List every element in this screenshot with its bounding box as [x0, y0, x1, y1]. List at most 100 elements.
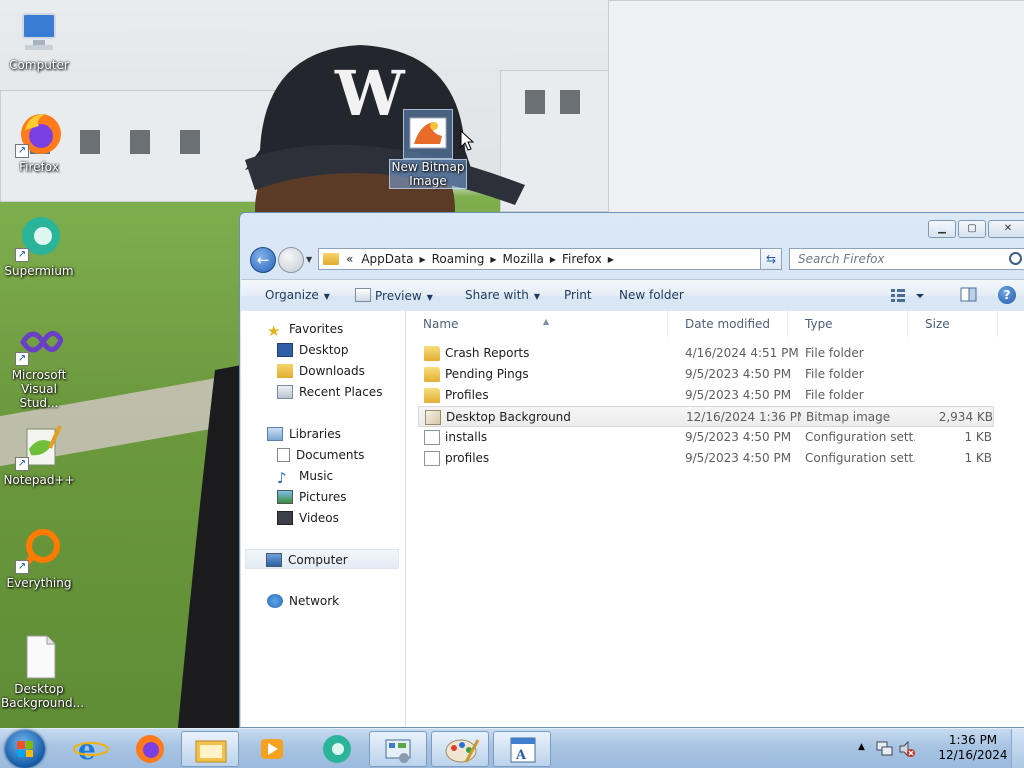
column-header-date[interactable]: Date modified: [668, 311, 788, 337]
supermium-icon: [323, 735, 351, 763]
table-row[interactable]: installs 9/5/2023 4:50 PM Configuration …: [418, 427, 994, 448]
network-tray-icon[interactable]: [876, 740, 894, 758]
file-name: Profiles: [445, 388, 489, 402]
network-icon: [267, 594, 283, 608]
desktop-icon-computer[interactable]: Computer: [1, 8, 77, 72]
minimize-button[interactable]: ▁: [928, 220, 956, 238]
taskbar-supermium[interactable]: [307, 731, 365, 767]
file-type: Configuration sett...: [805, 430, 915, 444]
column-header-name[interactable]: Name ▲: [406, 311, 668, 337]
search-input[interactable]: Search Firefox: [789, 248, 1024, 270]
breadcrumb-chevron-icon[interactable]: ▶: [417, 255, 427, 264]
notepadpp-icon: ↗: [15, 423, 63, 471]
new-folder-button[interactable]: New folder: [619, 288, 684, 302]
forward-button[interactable]: [278, 247, 304, 273]
taskbar-media-player[interactable]: [243, 731, 301, 767]
file-name: Pending Pings: [445, 367, 529, 381]
clock[interactable]: 1:36 PM 12/16/2024: [938, 733, 1008, 763]
navigation-pane[interactable]: ★ Favorites Desktop Downloads Recent Plac…: [241, 311, 406, 727]
nav-computer[interactable]: Computer: [245, 549, 399, 569]
column-header-type[interactable]: Type: [788, 311, 908, 337]
shortcut-arrow-icon: ↗: [15, 352, 29, 366]
address-bar[interactable]: « AppData ▶ Roaming ▶ Mozilla ▶ Firefox …: [318, 248, 780, 270]
computer-icon: [15, 8, 63, 56]
start-button[interactable]: [5, 730, 45, 768]
nav-downloads[interactable]: Downloads: [277, 361, 365, 381]
desktop-icon-notepadpp[interactable]: ↗ Notepad++: [1, 423, 77, 487]
back-button[interactable]: ←: [250, 247, 276, 273]
computer-icon: [266, 553, 282, 567]
preview-pane-button[interactable]: [960, 286, 978, 307]
desktop-icon-everything[interactable]: ↗ Everything: [1, 526, 77, 590]
recent-pages-dropdown[interactable]: ▼: [306, 255, 312, 264]
desktop-icon-label: Everything: [6, 576, 72, 590]
table-row[interactable]: Pending Pings 9/5/2023 4:50 PM File fold…: [418, 364, 994, 385]
breadcrumb-chevron-icon[interactable]: ▶: [488, 255, 498, 264]
table-row[interactable]: profiles 9/5/2023 4:50 PM Configuration …: [418, 448, 994, 469]
taskbar-firefox[interactable]: [121, 731, 179, 767]
tray-expand-button[interactable]: ▲: [858, 742, 865, 752]
breadcrumb-chevron-icon[interactable]: ▶: [606, 255, 616, 264]
table-row[interactable]: Crash Reports 4/16/2024 4:51 PM File fol…: [418, 343, 994, 364]
file-date: 12/16/2024 1:36 PM: [686, 410, 801, 424]
address-row: ← ▼ « AppData ▶ Roaming ▶ Mozilla ▶ Fire…: [248, 245, 1024, 275]
file-size: 1 KB: [964, 430, 992, 444]
breadcrumb-firefox[interactable]: Firefox: [558, 252, 606, 266]
search-icon: [1009, 252, 1022, 265]
nav-libraries[interactable]: Libraries: [267, 424, 341, 444]
breadcrumb-mozilla[interactable]: Mozilla: [499, 252, 548, 266]
breadcrumb-roaming[interactable]: Roaming: [428, 252, 489, 266]
table-row[interactable]: Desktop Background 12/16/2024 1:36 PM Bi…: [418, 406, 994, 427]
volume-muted-icon[interactable]: [898, 740, 916, 758]
desktop-icon-supermium[interactable]: ↗ Supermium: [1, 214, 77, 278]
mouse-cursor-icon: [460, 130, 474, 151]
chevron-down-icon: ▼: [533, 292, 541, 301]
nav-network[interactable]: Network: [267, 591, 339, 611]
nav-documents[interactable]: Documents: [277, 445, 364, 465]
search-placeholder: Search Firefox: [798, 252, 885, 266]
show-desktop-button[interactable]: [1011, 729, 1024, 768]
breadcrumb-appdata[interactable]: AppData: [357, 252, 417, 266]
breadcrumb-overflow[interactable]: «: [342, 252, 357, 266]
print-button[interactable]: Print: [564, 288, 592, 302]
desktop-icon-desktop-background[interactable]: Desktop Background...: [1, 632, 84, 710]
organize-button[interactable]: Organize ▼: [265, 288, 330, 302]
bitmap-image-icon: [403, 109, 453, 159]
share-with-button[interactable]: Share with ▼: [465, 288, 540, 302]
column-header-size[interactable]: Size: [908, 311, 998, 337]
explorer-window[interactable]: ▁ ▢ ✕ ← ▼ « AppData ▶ Roaming ▶ Mozilla …: [239, 212, 1024, 728]
taskbar-wordpad[interactable]: A: [493, 731, 551, 767]
nav-music[interactable]: ♪ Music: [277, 466, 333, 486]
shortcut-arrow-icon: ↗: [15, 144, 29, 158]
taskbar-internet-explorer[interactable]: e: [62, 731, 120, 767]
taskbar-paint[interactable]: [431, 731, 489, 767]
file-date: 9/5/2023 4:50 PM: [685, 451, 792, 465]
breadcrumb-chevron-icon[interactable]: ▶: [548, 255, 558, 264]
nav-pictures[interactable]: Pictures: [277, 487, 347, 507]
file-list[interactable]: Name ▲ Date modified Type Size Crash Repo…: [406, 311, 1024, 727]
desktop-icon-new-bitmap-image[interactable]: New Bitmap Image: [389, 109, 467, 189]
taskbar-control-panel[interactable]: [369, 731, 427, 767]
recent-places-icon: [277, 385, 293, 399]
folder-icon: [323, 253, 339, 265]
refresh-button[interactable]: ⇆: [760, 248, 782, 270]
preview-button[interactable]: Preview ▼: [355, 288, 433, 303]
svg-text:e: e: [78, 733, 96, 766]
nav-recent-places[interactable]: Recent Places: [277, 382, 382, 402]
nav-desktop[interactable]: Desktop: [277, 340, 349, 360]
nav-videos[interactable]: Videos: [277, 508, 339, 528]
help-button[interactable]: ?: [998, 286, 1016, 304]
document-file-icon: [15, 632, 63, 680]
taskbar-windows-explorer[interactable]: [181, 731, 239, 767]
bitmap-image-icon: [425, 410, 441, 425]
desktop-icon-firefox[interactable]: ↗ Firefox: [1, 110, 77, 174]
desktop-icon-visual-studio[interactable]: ↗ Microsoft Visual Stud...: [1, 318, 77, 410]
view-options-button[interactable]: [890, 286, 924, 307]
table-row[interactable]: Profiles 9/5/2023 4:50 PM File folder: [418, 385, 994, 406]
maximize-button[interactable]: ▢: [958, 220, 986, 238]
star-icon: ★: [267, 322, 281, 340]
file-name: installs: [445, 430, 488, 444]
close-button[interactable]: ✕: [988, 220, 1024, 238]
file-type: File folder: [805, 388, 864, 402]
nav-favorites[interactable]: ★ Favorites: [267, 319, 343, 339]
